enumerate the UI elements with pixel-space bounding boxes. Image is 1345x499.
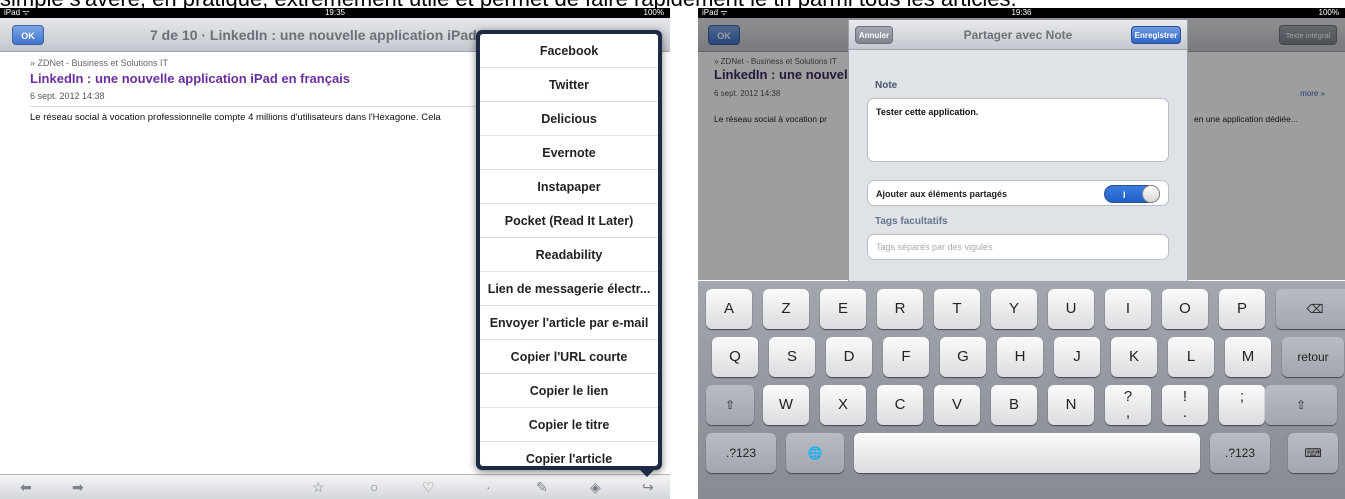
- return-key[interactable]: retour: [1282, 337, 1344, 377]
- share-toggle-row: Ajouter aux éléments partagés I: [867, 180, 1169, 206]
- key-a[interactable]: A: [706, 289, 752, 329]
- numbers-key[interactable]: .?123: [1210, 433, 1270, 473]
- share-menu-item[interactable]: Evernote: [480, 136, 658, 170]
- toggle-knob: [1142, 185, 1160, 203]
- key-f[interactable]: F: [883, 337, 929, 377]
- key-v[interactable]: V: [934, 385, 980, 425]
- left-screenshot: iPad ᯤ 19:35 100% OK 7 de 10 · LinkedIn …: [0, 8, 670, 499]
- bottom-toolbar: ⬅ ➡ ☆ ○ ♡ · ✎ ◈ ↪: [0, 474, 670, 499]
- key-t[interactable]: T: [934, 289, 980, 329]
- status-bar: iPad ᯤ 19:35 100%: [0, 8, 670, 18]
- share-menu-item[interactable]: Facebook: [480, 34, 658, 68]
- share-menu-item[interactable]: Readability: [480, 238, 658, 272]
- popover-arrow: [638, 468, 656, 477]
- share-menu-item[interactable]: Copier le lien: [480, 374, 658, 408]
- article-body: Le réseau social à vocation professionne…: [30, 112, 441, 123]
- numbers-key[interactable]: .?123: [706, 433, 776, 473]
- key-b[interactable]: B: [991, 385, 1037, 425]
- nav-title: 7 de 10 · LinkedIn : une nouvelle applic…: [150, 27, 476, 43]
- ok-button[interactable]: OK: [12, 25, 44, 45]
- key-p[interactable]: P: [1219, 289, 1265, 329]
- article-title[interactable]: LinkedIn : une nouvelle application iPad…: [30, 71, 350, 86]
- article-date: 6 sept. 2012 14:38: [30, 91, 105, 101]
- divider: [30, 106, 480, 107]
- key-d[interactable]: D: [826, 337, 872, 377]
- key-y[interactable]: Y: [991, 289, 1037, 329]
- key-j[interactable]: J: [1054, 337, 1100, 377]
- key-m[interactable]: M: [1225, 337, 1271, 377]
- share-popover: Facebook Twitter Delicious Evernote Instapap…: [476, 30, 662, 470]
- key-r[interactable]: R: [877, 289, 923, 329]
- share-menu-item[interactable]: Delicious: [480, 102, 658, 136]
- star-icon[interactable]: ☆: [312, 478, 325, 496]
- globe-icon[interactable]: 🌐: [786, 433, 844, 473]
- tag-icon[interactable]: ◈: [590, 478, 601, 496]
- forward-arrow-icon[interactable]: ➡: [72, 478, 84, 496]
- key-k[interactable]: K: [1111, 337, 1157, 377]
- key-n[interactable]: N: [1048, 385, 1094, 425]
- key-c[interactable]: C: [877, 385, 923, 425]
- backspace-key[interactable]: ⌫: [1276, 289, 1345, 329]
- dot-icon[interactable]: ·: [486, 478, 491, 496]
- share-note-modal: Partager avec Note Annuler Enregistrer N…: [848, 20, 1188, 282]
- keyboard: A Z E R T Y U I O P ⌫ Q S D F G H J K L Mretour ⇧ W X C V B N? ,! .…: [698, 281, 1345, 499]
- key-o[interactable]: O: [1162, 289, 1208, 329]
- clock: 19:36: [1011, 8, 1032, 17]
- key-e[interactable]: E: [820, 289, 866, 329]
- save-button[interactable]: Enregistrer: [1131, 26, 1181, 44]
- share-menu-item[interactable]: Instapaper: [480, 170, 658, 204]
- shift-key[interactable]: ⇧: [1265, 385, 1337, 425]
- shift-key[interactable]: ⇧: [706, 385, 754, 425]
- tags-input[interactable]: Tags séparés par des vigules: [867, 234, 1169, 260]
- share-menu-item[interactable]: Twitter: [480, 68, 658, 102]
- share-menu-item[interactable]: Lien de messagerie électr...: [480, 272, 658, 306]
- key-g[interactable]: G: [940, 337, 986, 377]
- back-arrow-icon[interactable]: ⬅: [20, 478, 32, 496]
- share-icon[interactable]: ↪: [642, 478, 654, 496]
- heart-icon[interactable]: ♡: [422, 478, 435, 496]
- circle-icon[interactable]: ○: [370, 478, 378, 496]
- key-l[interactable]: L: [1168, 337, 1214, 377]
- key-s[interactable]: S: [769, 337, 815, 377]
- article-source[interactable]: » ZDNet - Business et Solutions IT: [30, 58, 168, 68]
- share-menu-item[interactable]: Copier l'URL courte: [480, 340, 658, 374]
- share-toggle[interactable]: I: [1104, 185, 1160, 203]
- share-menu-item[interactable]: Copier l'article: [480, 442, 658, 466]
- battery-label: 100%: [643, 8, 664, 17]
- battery-label: 100%: [1318, 8, 1339, 17]
- note-field[interactable]: Tester cette application.: [867, 98, 1169, 162]
- share-menu-item[interactable]: Envoyer l'article par e-mail: [480, 306, 658, 340]
- modal-nav-bar: Partager avec Note Annuler Enregistrer: [849, 20, 1187, 50]
- key-punct[interactable]: ;: [1219, 385, 1265, 425]
- right-screenshot: iPad ᯤ 19:36 100% OK Texte intégral » ZD…: [698, 8, 1345, 499]
- cancel-button[interactable]: Annuler: [855, 26, 893, 44]
- key-z[interactable]: Z: [763, 289, 809, 329]
- share-menu-item[interactable]: Copier le titre: [480, 408, 658, 442]
- share-menu-item[interactable]: Pocket (Read It Later): [480, 204, 658, 238]
- clock: 19:35: [324, 8, 346, 17]
- toggle-label: Ajouter aux éléments partagés: [876, 189, 1008, 199]
- space-key[interactable]: [854, 433, 1200, 473]
- status-bar: iPad ᯤ 19:36 100%: [698, 8, 1345, 18]
- note-label: Note: [875, 80, 898, 91]
- share-menu: Facebook Twitter Delicious Evernote Instapap…: [480, 34, 658, 466]
- key-u[interactable]: U: [1048, 289, 1094, 329]
- hide-keyboard-icon[interactable]: ⌨: [1288, 433, 1338, 473]
- key-h[interactable]: H: [997, 337, 1043, 377]
- edit-icon[interactable]: ✎: [536, 478, 548, 496]
- key-i[interactable]: I: [1105, 289, 1151, 329]
- key-x[interactable]: X: [820, 385, 866, 425]
- toggle-mark: I: [1123, 190, 1126, 200]
- key-w[interactable]: W: [763, 385, 809, 425]
- key-punct[interactable]: ? ,: [1105, 385, 1151, 425]
- key-punct[interactable]: ! .: [1162, 385, 1208, 425]
- key-q[interactable]: Q: [712, 337, 758, 377]
- tags-label: Tags facultatifs: [875, 216, 948, 227]
